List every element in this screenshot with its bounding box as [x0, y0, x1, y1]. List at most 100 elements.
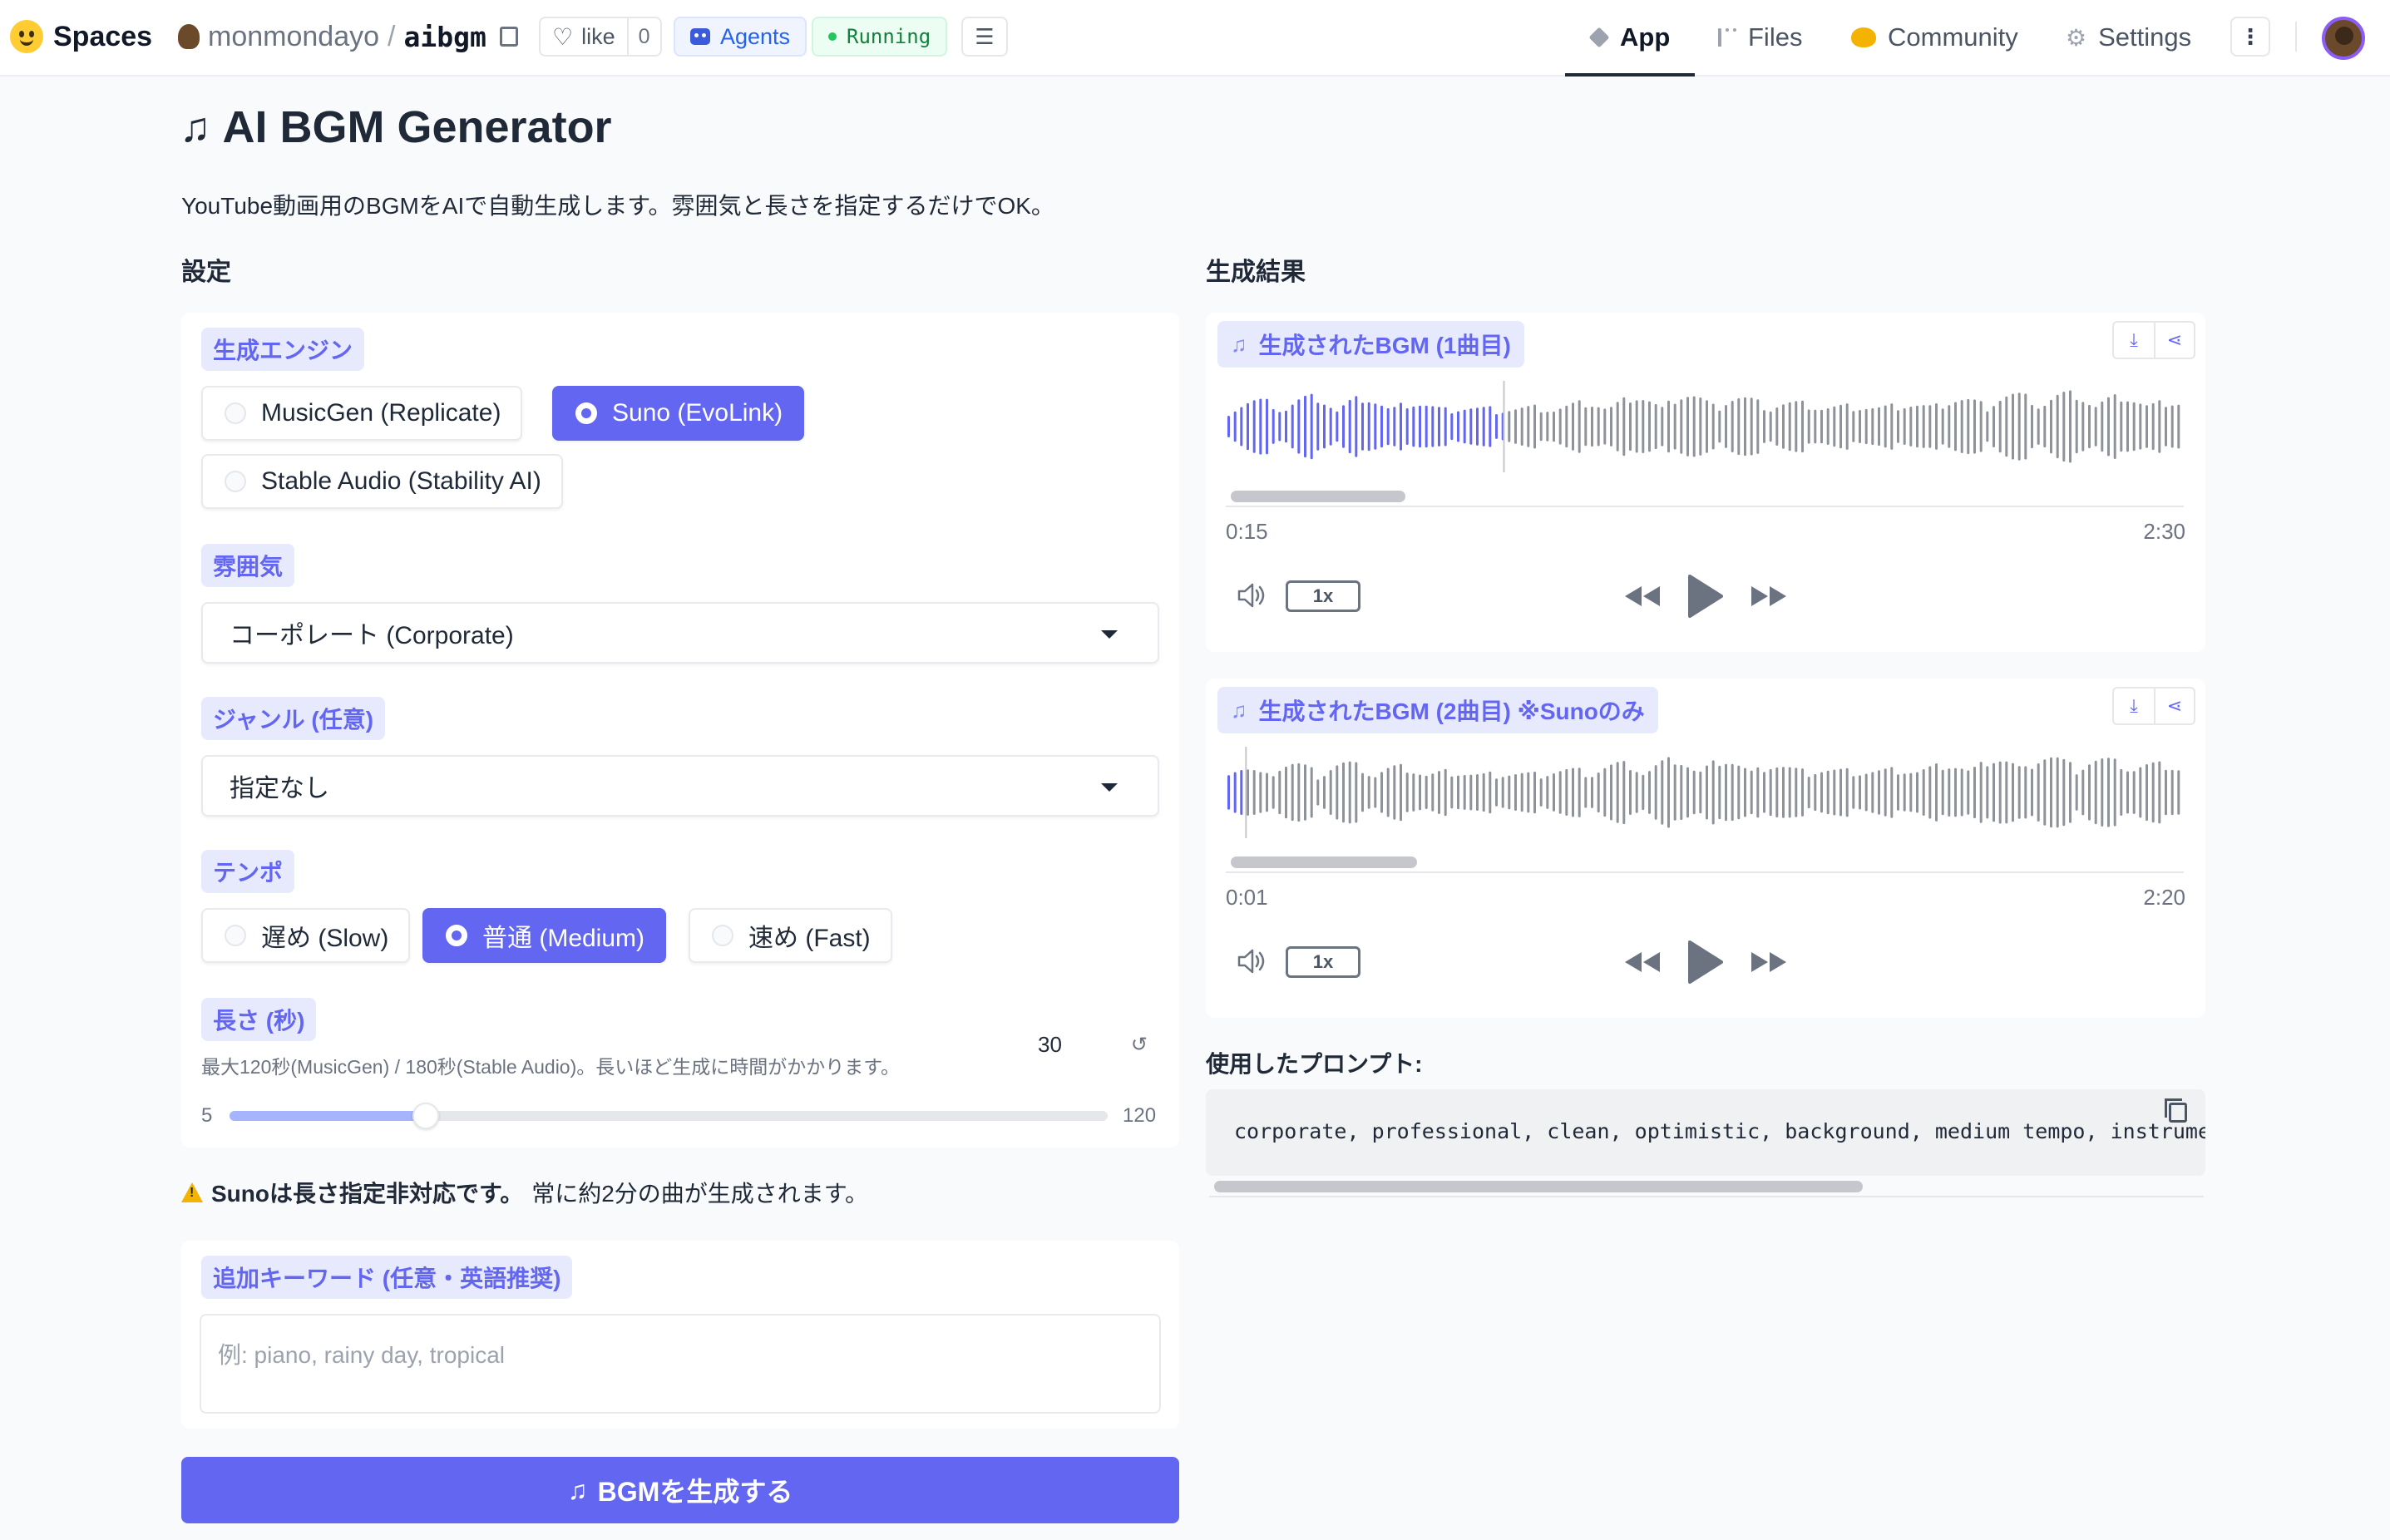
tab-files[interactable]: Files [1718, 0, 1802, 75]
waveform-bar [1482, 772, 1485, 812]
playhead-cursor[interactable] [1503, 381, 1505, 472]
waveform-bar [1750, 770, 1753, 815]
copy-icon[interactable] [2165, 1098, 2187, 1123]
page-description: YouTube動画用のBGMをAIで自動生成します。雰囲気と長さを指定するだけで… [181, 193, 1054, 219]
waveform-bar [2170, 405, 2174, 448]
waveform-bar [1731, 401, 1734, 452]
waveform-bar [1814, 773, 1817, 812]
rewind-icon[interactable] [1623, 584, 1663, 609]
waveform-bar [1597, 407, 1600, 447]
waveform-bar [1463, 775, 1466, 810]
download-icon[interactable]: ⤓ [2114, 689, 2154, 723]
user-avatar[interactable] [2322, 17, 2365, 60]
waveform-bar [1367, 776, 1370, 809]
status-badge[interactable]: Running [812, 17, 948, 57]
waveform-bar [1935, 763, 1938, 822]
waveform-bar [1635, 400, 1638, 453]
agents-button[interactable]: Agents [674, 17, 807, 57]
reset-icon[interactable]: ↺ [1131, 1033, 1148, 1057]
waveform-bar [1310, 767, 1313, 818]
mood-select[interactable]: コーポレート (Corporate) [201, 602, 1159, 664]
status-label: Running [847, 25, 931, 48]
playback-rate-button[interactable]: 1x [1286, 946, 1360, 978]
waveform-bar [1788, 402, 1791, 452]
prompt-scrollbar[interactable] [1209, 1176, 2204, 1197]
length-slider[interactable] [230, 1103, 1108, 1129]
waveform-bar [1845, 403, 1849, 450]
like-button[interactable]: ♡ like 0 [539, 17, 662, 57]
genre-select[interactable]: 指定なし [201, 755, 1159, 817]
prompt-label: 使用したプロンプト: [1206, 1051, 1423, 1077]
waveform-scroll-thumb[interactable] [1231, 491, 1405, 502]
waveform-scroll-thumb[interactable] [1231, 856, 1417, 868]
waveform-bar [1259, 398, 1262, 455]
waveform-bar [1973, 399, 1976, 454]
spaces-home-link[interactable]: Spaces [10, 18, 152, 55]
generate-bgm-button[interactable]: ♫ BGMを生成する [181, 1457, 1179, 1523]
logs-button[interactable]: ☰ [961, 17, 1008, 57]
waveform-bar [1380, 405, 1383, 448]
engine-option-label: Suno (EvoLink) [612, 399, 783, 427]
waveform-bar [1928, 405, 1932, 448]
agents-label: Agents [720, 23, 791, 49]
waveform-bar [2165, 769, 2167, 816]
waveform-bar [2113, 394, 2116, 459]
radio-unchecked-icon [225, 925, 246, 946]
keywords-textarea[interactable]: 例: piano, rainy day, tropical [200, 1314, 1161, 1414]
play-icon[interactable] [1685, 940, 1725, 985]
length-slider-thumb[interactable] [412, 1103, 439, 1129]
waveform-bar [1648, 771, 1651, 814]
waveform-bar [1897, 774, 1899, 811]
tab-app[interactable]: App [1564, 0, 1696, 77]
tab-community[interactable]: Community [1851, 0, 2018, 75]
engine-option-suno[interactable]: Suno (EvoLink) [552, 386, 805, 441]
waveform-bar [1826, 770, 1830, 815]
waveform-bar [1336, 411, 1339, 442]
waveform-bar [1801, 400, 1804, 453]
waveform-bar [1329, 770, 1332, 815]
fast-forward-icon[interactable] [1748, 950, 1788, 975]
fast-forward-icon[interactable] [1748, 584, 1788, 609]
playback-rate-button[interactable]: 1x [1286, 580, 1360, 612]
waveform-bar [1864, 408, 1868, 445]
waveform-bar [1833, 769, 1836, 816]
volume-icon[interactable] [1236, 948, 1269, 975]
engine-option-musicgen[interactable]: MusicGen (Replicate) [201, 386, 523, 441]
engine-option-stable-audio[interactable]: Stable Audio (Stability AI) [201, 454, 563, 509]
settings-heading: 設定 [181, 259, 231, 286]
waveform[interactable] [1226, 747, 2182, 838]
volume-icon[interactable] [1236, 582, 1269, 609]
logs-icon: ☰ [975, 23, 995, 49]
share-icon[interactable]: ⋖ [2154, 323, 2194, 358]
waveform-bar [1763, 772, 1765, 813]
prompt-scroll-thumb[interactable] [1214, 1181, 1863, 1192]
waveform-bar [2081, 402, 2085, 452]
robot-icon [690, 28, 710, 45]
waveform-scrollbar[interactable] [1226, 851, 2184, 873]
waveform[interactable] [1226, 381, 2182, 472]
repo-owner-link[interactable]: monmondayo [208, 21, 379, 53]
waveform-bar [1948, 405, 1951, 448]
waveform-bar [1457, 775, 1459, 810]
waveform-bar [1495, 414, 1498, 439]
tempo-option-medium[interactable]: 普通 (Medium) [422, 908, 667, 963]
download-icon[interactable]: ⤓ [2114, 323, 2154, 358]
rewind-icon[interactable] [1623, 950, 1663, 975]
tempo-option-fast[interactable]: 速め (Fast) [689, 908, 892, 963]
play-icon[interactable] [1685, 574, 1725, 619]
waveform-bar [2113, 758, 2116, 827]
share-icon[interactable]: ⋖ [2154, 689, 2194, 723]
length-number-input[interactable]: 30 ↺ [1018, 1023, 1159, 1066]
waveform-bar [1769, 411, 1772, 442]
tempo-option-slow[interactable]: 遅め (Slow) [201, 908, 411, 963]
more-options-button[interactable]: ⋮ [2230, 17, 2270, 57]
tab-settings[interactable]: ⚙ Settings [2066, 0, 2191, 75]
tab-community-label: Community [1888, 22, 2018, 52]
copy-repo-name-icon[interactable] [499, 27, 518, 47]
repo-name-link[interactable]: aibgm [403, 21, 486, 53]
playhead-cursor[interactable] [1245, 747, 1247, 838]
keywords-panel: 追加キーワード (任意・英語推奨) 例: piano, rainy day, t… [181, 1241, 1179, 1429]
waveform-bar [1986, 766, 1989, 819]
waveform-scrollbar[interactable] [1226, 486, 2184, 507]
waveform-bar [1648, 401, 1651, 452]
